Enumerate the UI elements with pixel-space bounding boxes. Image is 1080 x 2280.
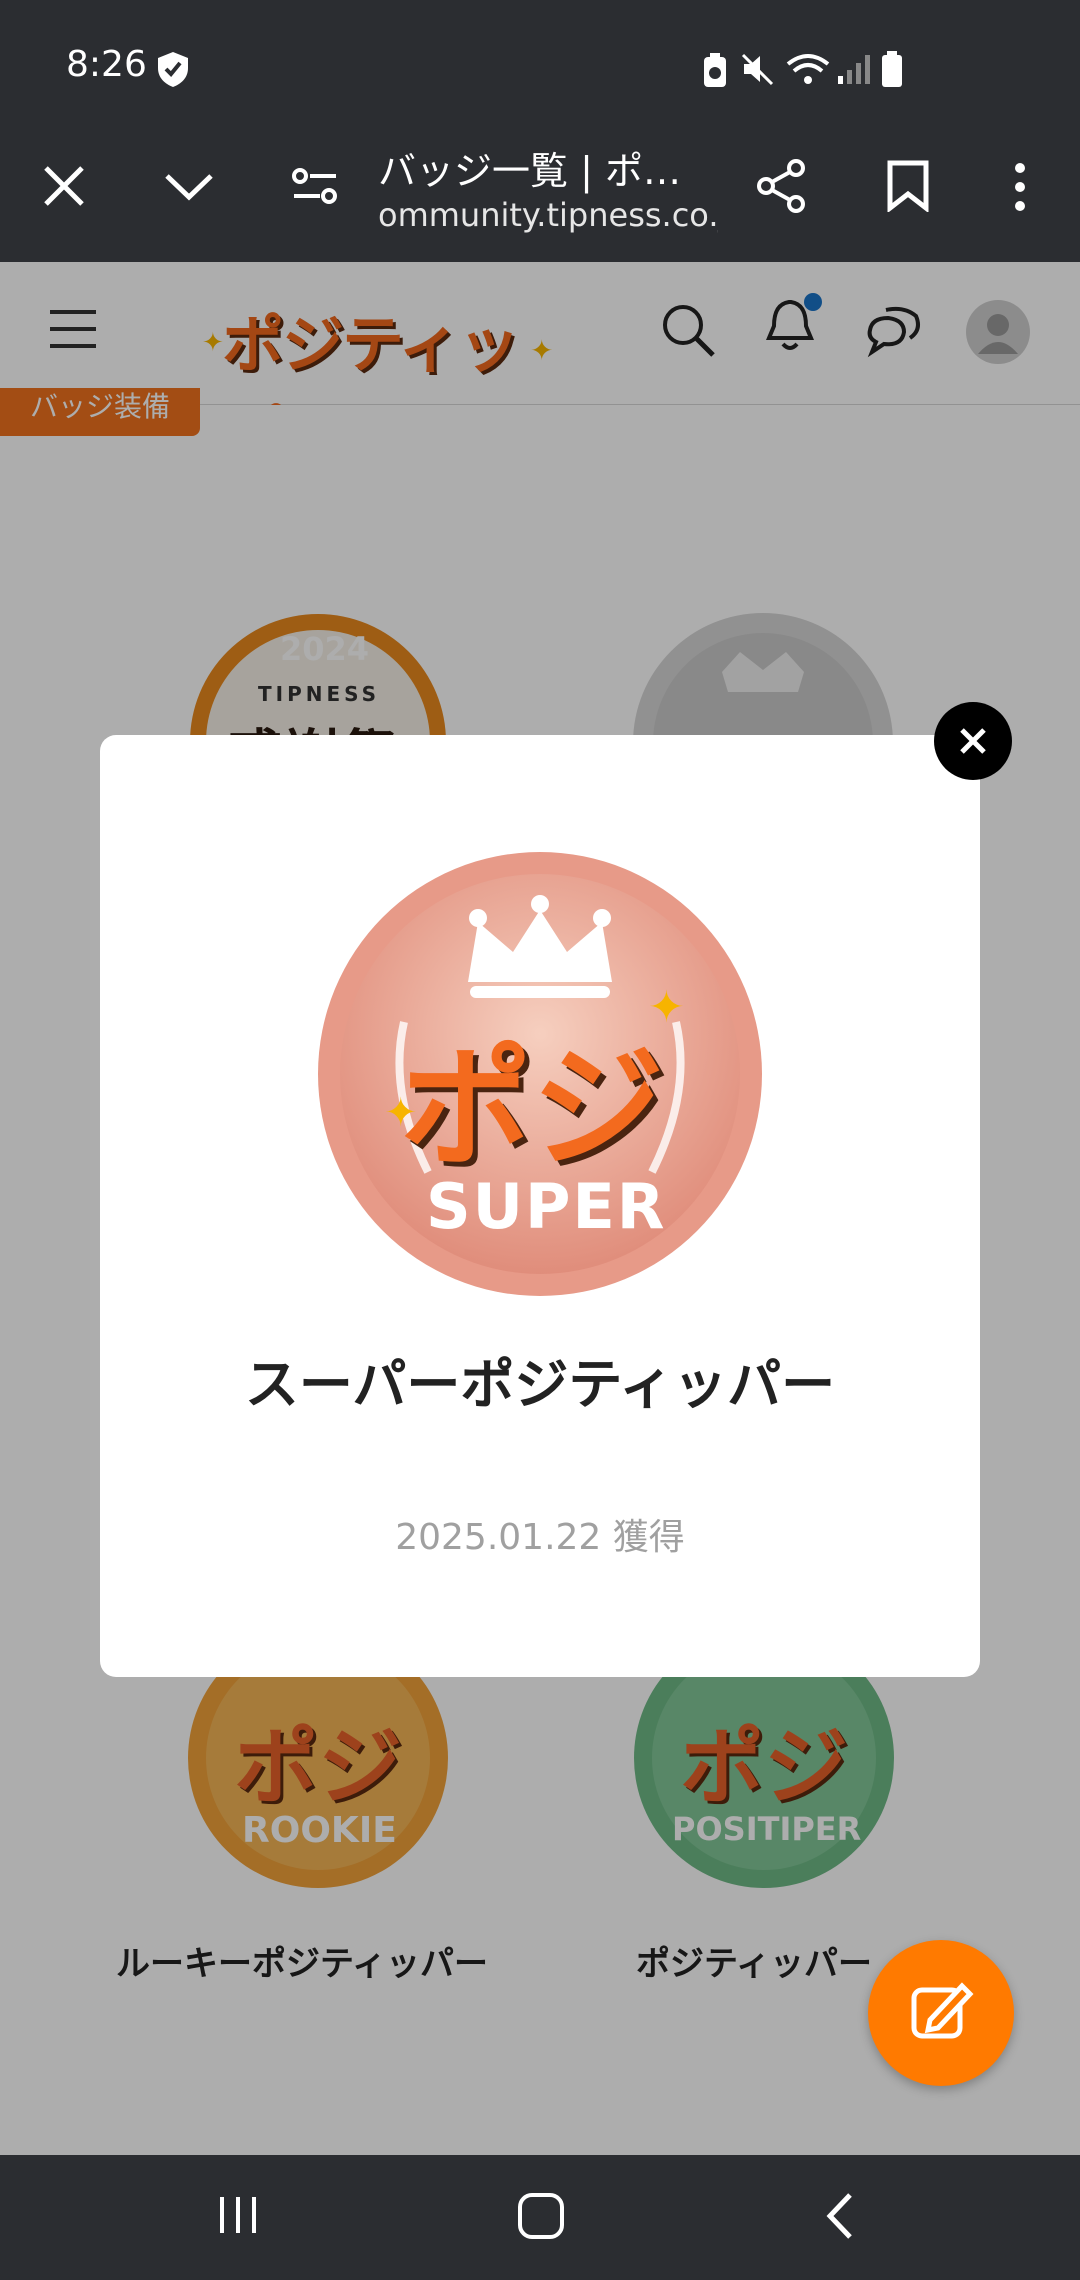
super-badge-sub: SUPER (426, 1170, 667, 1243)
bookmark-icon[interactable] (886, 160, 930, 212)
status-time: 8:26 (66, 44, 147, 85)
compose-button[interactable] (868, 1940, 1014, 2086)
super-badge-main: ポジ (400, 1032, 664, 1186)
chevron-down-icon[interactable] (163, 170, 215, 202)
wifi-icon (786, 54, 830, 84)
super-badge: ポジ SUPER ✦ ✦ (318, 852, 762, 1296)
site-settings-icon[interactable] (292, 166, 338, 208)
close-icon[interactable] (42, 164, 86, 208)
mute-icon (741, 53, 774, 86)
modal-title: スーパーポジティッパー (244, 1353, 836, 1416)
sparkle-icon: ✦ (648, 982, 685, 1033)
signal-icon (838, 55, 870, 84)
battery-saver-icon (704, 53, 726, 87)
share-icon[interactable] (756, 158, 808, 214)
home-icon[interactable] (516, 2191, 566, 2241)
acquired-date: 2025.01.22 獲得 (395, 1517, 685, 1558)
back-icon[interactable] (822, 2191, 858, 2241)
recent-apps-icon[interactable] (216, 2193, 262, 2237)
tab-title[interactable]: バッジ一覧 | ポ… (378, 140, 681, 195)
close-icon (960, 728, 986, 754)
sparkle-icon: ✦ (384, 1090, 418, 1136)
url-text[interactable]: ommunity.tipness.co.jp (378, 196, 718, 234)
modal-close-button[interactable] (934, 702, 1012, 780)
system-nav-bar (0, 2155, 1080, 2280)
edit-icon (911, 1982, 974, 2039)
battery-icon (882, 51, 902, 87)
status-bar: 8:26 (0, 0, 1080, 132)
shield-check-icon (158, 52, 188, 87)
more-vert-icon[interactable] (1010, 162, 1030, 212)
